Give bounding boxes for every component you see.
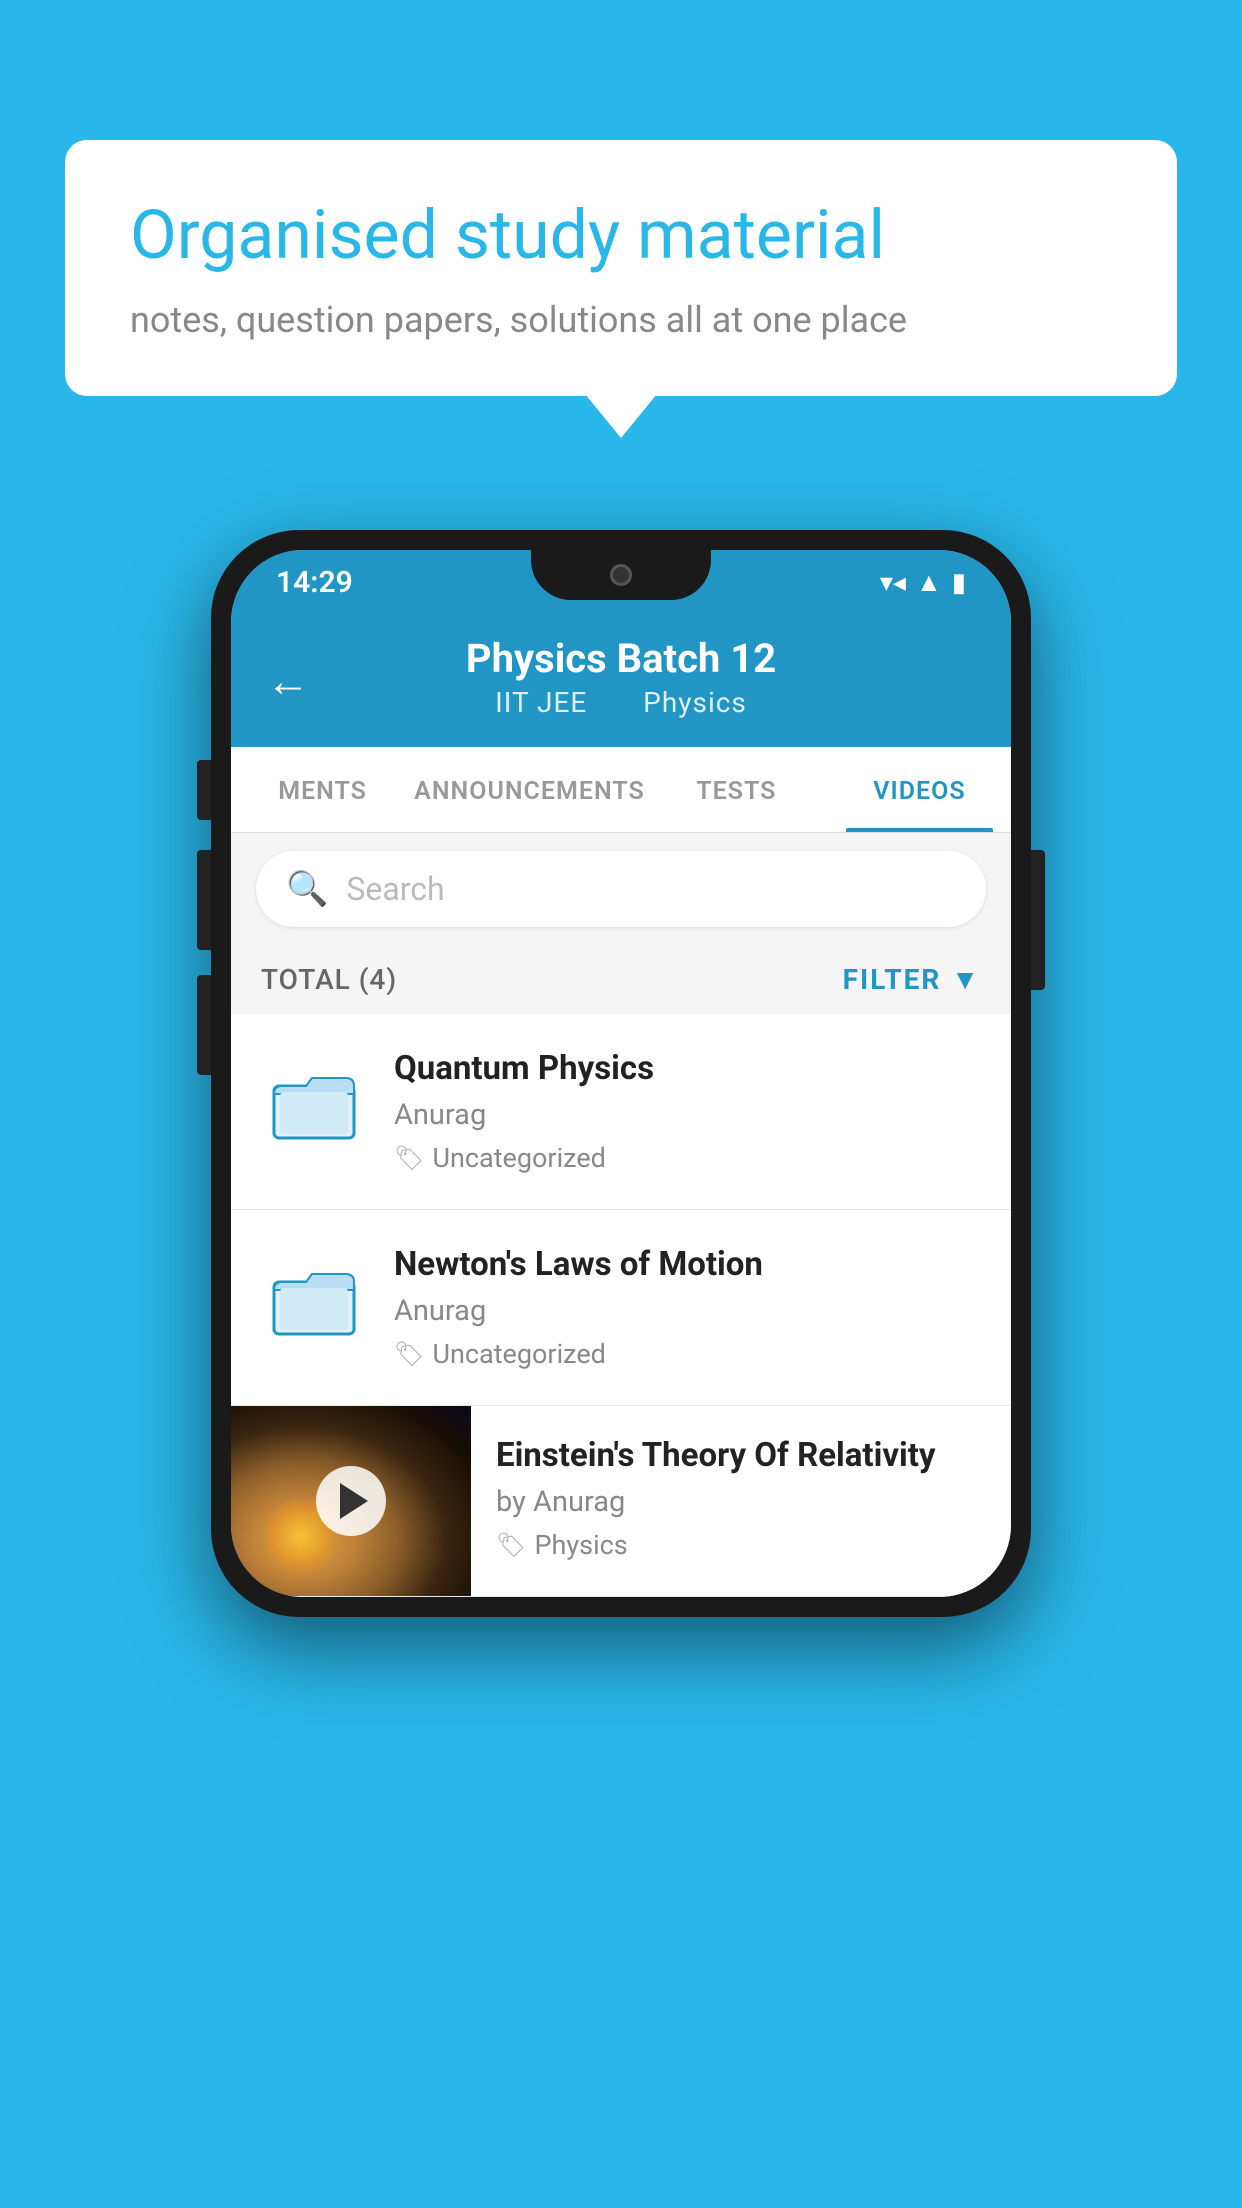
filter-icon: ▼ <box>951 963 981 996</box>
header-subtitle: IIT JEE Physics <box>271 686 971 719</box>
item-author: Anurag <box>394 1098 981 1132</box>
status-icons: ▾◂ ▲ ▮ <box>880 567 966 598</box>
header-subtitle-part2: Physics <box>643 686 747 719</box>
item-tag: 🏷 Uncategorized <box>394 1338 981 1370</box>
item-info: Quantum Physics Anurag 🏷 Uncategorized <box>394 1049 981 1174</box>
total-count: TOTAL (4) <box>261 963 397 996</box>
video-list: Quantum Physics Anurag 🏷 Uncategorized <box>231 1014 1011 1597</box>
signal-icon: ▲ <box>916 567 942 598</box>
list-item[interactable]: Newton's Laws of Motion Anurag 🏷 Uncateg… <box>231 1210 1011 1406</box>
tag-icon: 🏷 <box>394 1340 424 1368</box>
camera <box>610 564 632 586</box>
tab-ments[interactable]: MENTS <box>231 747 414 832</box>
side-button-vol-down <box>197 975 211 1075</box>
item-tag: 🏷 Physics <box>496 1529 986 1561</box>
tab-tests[interactable]: TESTS <box>645 747 828 832</box>
filter-row: TOTAL (4) FILTER ▼ <box>231 945 1011 1014</box>
item-author: by Anurag <box>496 1485 986 1519</box>
notch <box>531 550 711 600</box>
filter-button[interactable]: FILTER ▼ <box>843 963 981 996</box>
status-bar: 14:29 ▾◂ ▲ ▮ <box>231 550 1011 615</box>
tab-announcements-label: ANNOUNCEMENTS <box>414 777 645 806</box>
tag-label: Physics <box>534 1529 627 1561</box>
tag-label: Uncategorized <box>432 1338 605 1370</box>
tag-label: Uncategorized <box>432 1142 605 1174</box>
item-title: Quantum Physics <box>394 1049 981 1088</box>
item-tag: 🏷 Uncategorized <box>394 1142 981 1174</box>
bubble-title: Organised study material <box>130 195 1112 277</box>
phone-wrapper: 14:29 ▾◂ ▲ ▮ ← Physics Batch 12 IIT JEE … <box>211 530 1031 1617</box>
item-thumbnail <box>261 1245 366 1350</box>
phone-outer: 14:29 ▾◂ ▲ ▮ ← Physics Batch 12 IIT JEE … <box>211 530 1031 1617</box>
list-item[interactable]: Einstein's Theory Of Relativity by Anura… <box>231 1406 1011 1597</box>
play-button[interactable] <box>316 1466 386 1536</box>
phone-screen: 14:29 ▾◂ ▲ ▮ ← Physics Batch 12 IIT JEE … <box>231 550 1011 1597</box>
search-icon: 🔍 <box>286 869 328 909</box>
tabs-bar: MENTS ANNOUNCEMENTS TESTS VIDEOS <box>231 747 1011 833</box>
folder-icon <box>270 1058 358 1146</box>
item-thumbnail <box>261 1049 366 1154</box>
header-subtitle-part1: IIT JEE <box>495 686 587 719</box>
item-info: Newton's Laws of Motion Anurag 🏷 Uncateg… <box>394 1245 981 1370</box>
side-button-power <box>1031 850 1045 990</box>
header-title: Physics Batch 12 <box>271 635 971 682</box>
search-box[interactable]: 🔍 Search <box>256 851 986 927</box>
play-icon <box>340 1483 368 1519</box>
folder-icon <box>270 1254 358 1342</box>
tag-icon: 🏷 <box>394 1144 424 1172</box>
speech-bubble-container: Organised study material notes, question… <box>65 140 1177 396</box>
wifi-icon: ▾◂ <box>880 568 906 598</box>
video-thumbnail <box>231 1406 471 1596</box>
item-author: Anurag <box>394 1294 981 1328</box>
search-input[interactable]: Search <box>346 870 444 908</box>
search-container: 🔍 Search <box>231 833 1011 945</box>
side-button-mute <box>197 760 211 820</box>
tab-tests-label: TESTS <box>696 777 776 806</box>
tab-videos[interactable]: VIDEOS <box>828 747 1011 832</box>
status-time: 14:29 <box>276 565 353 600</box>
speech-bubble: Organised study material notes, question… <box>65 140 1177 396</box>
bubble-subtitle: notes, question papers, solutions all at… <box>130 299 1112 341</box>
header-subtitle-sep <box>611 686 627 719</box>
filter-label: FILTER <box>843 963 942 996</box>
item-info: Einstein's Theory Of Relativity by Anura… <box>471 1406 1011 1591</box>
item-title: Einstein's Theory Of Relativity <box>496 1436 986 1475</box>
list-item[interactable]: Quantum Physics Anurag 🏷 Uncategorized <box>231 1014 1011 1210</box>
battery-icon: ▮ <box>952 568 966 598</box>
tab-announcements[interactable]: ANNOUNCEMENTS <box>414 747 645 832</box>
tag-icon: 🏷 <box>496 1531 526 1559</box>
app-header: ← Physics Batch 12 IIT JEE Physics <box>231 615 1011 747</box>
tab-videos-label: VIDEOS <box>873 777 965 806</box>
back-button[interactable]: ← <box>266 655 310 707</box>
item-title: Newton's Laws of Motion <box>394 1245 981 1284</box>
tab-ments-label: MENTS <box>278 777 367 806</box>
side-button-vol-up <box>197 850 211 950</box>
